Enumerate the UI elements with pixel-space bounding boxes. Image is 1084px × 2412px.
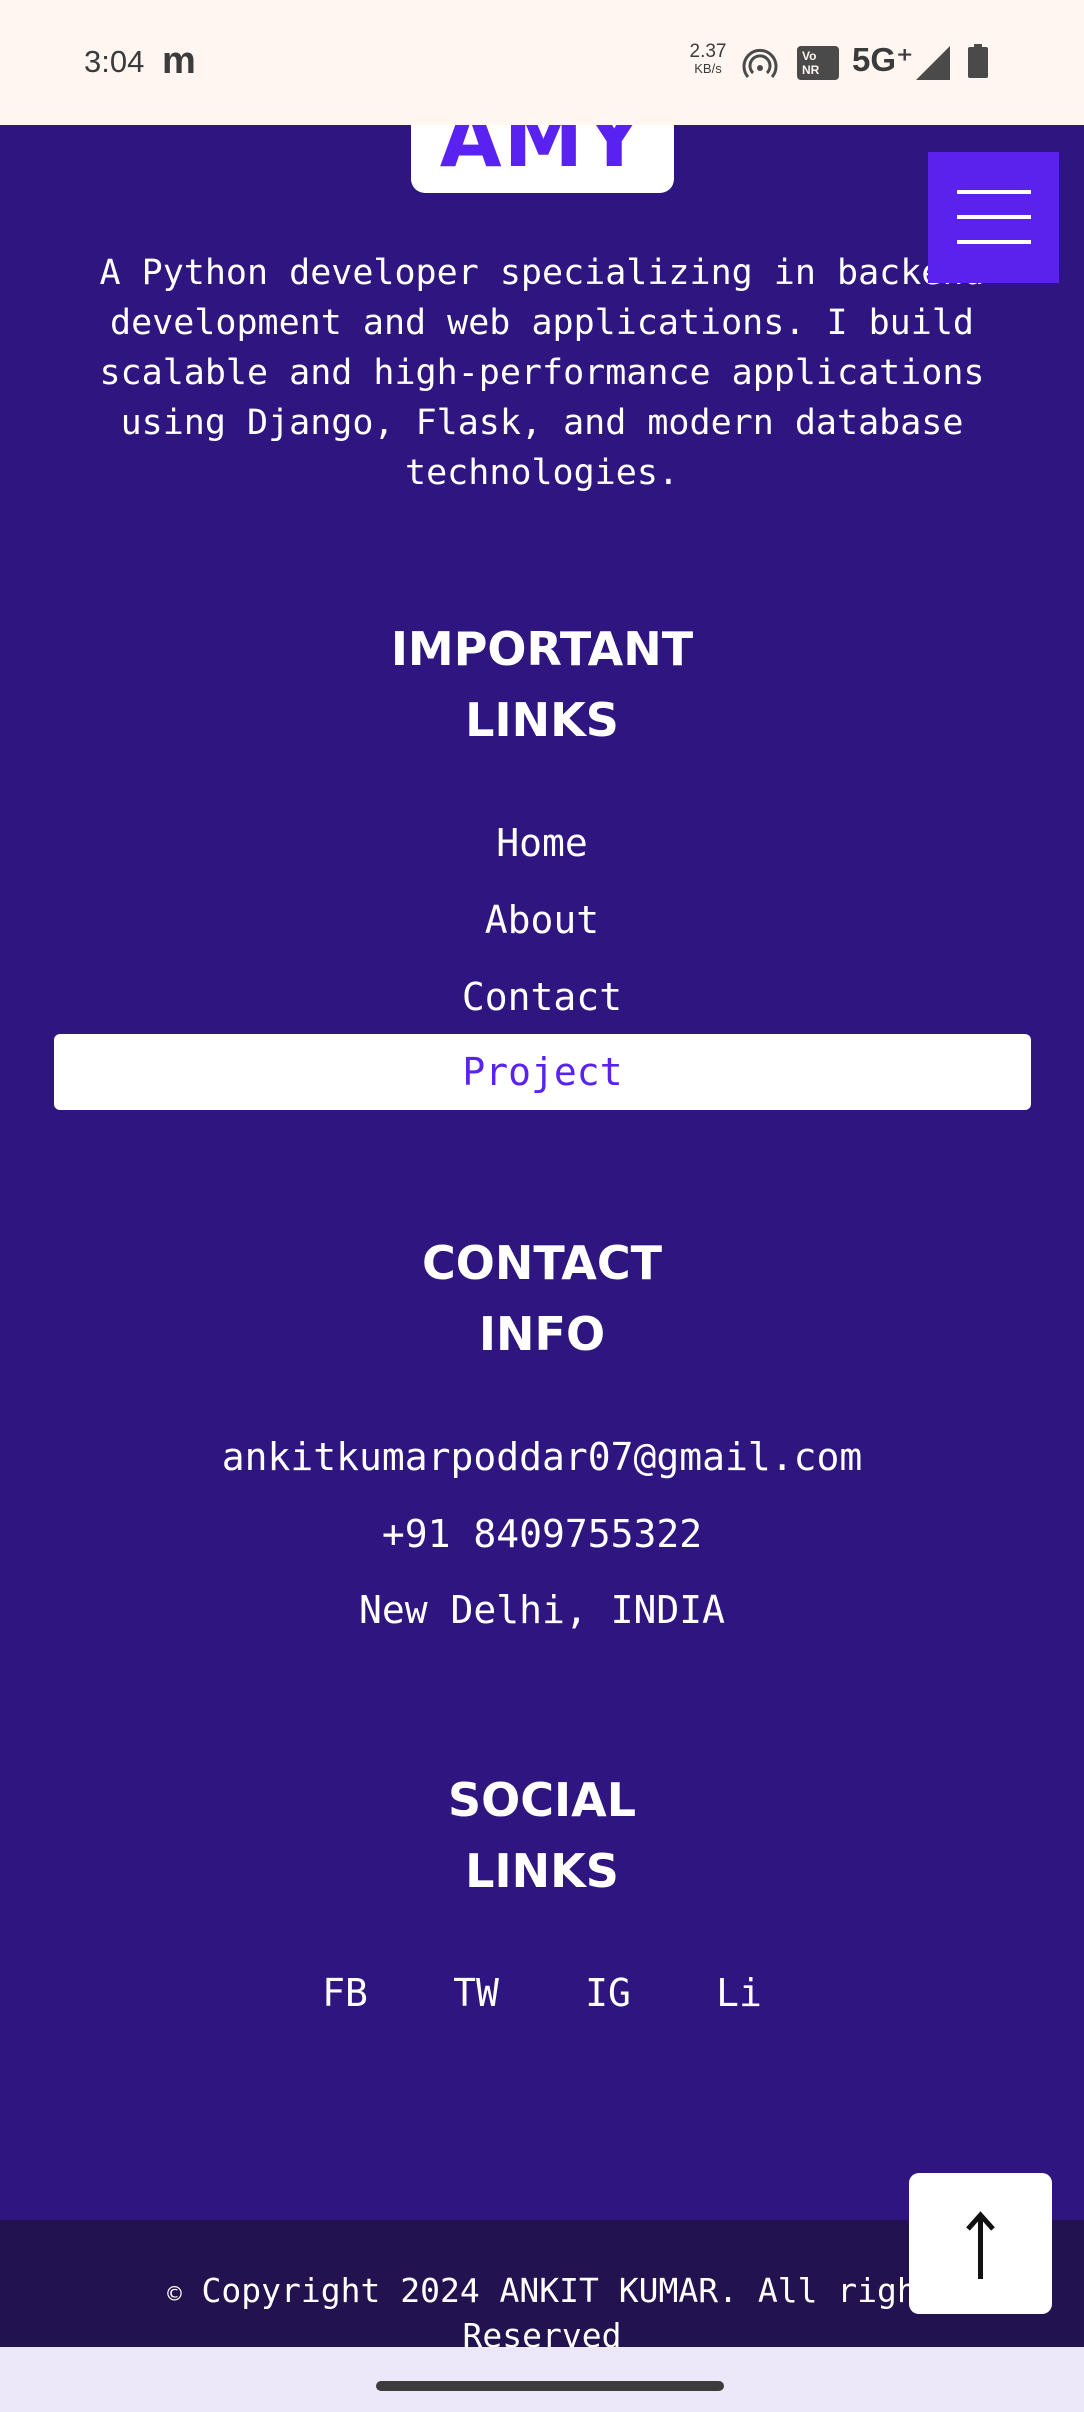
social-link-instagram[interactable]: IG (568, 1955, 648, 2031)
social-link-facebook[interactable]: FB (305, 1955, 385, 2031)
important-links-heading: IMPORTANT LINKS (390, 622, 694, 747)
copyright-symbol: © (167, 2280, 182, 2308)
vonr-icon: Vo NR (797, 46, 839, 80)
network-speed-value: 2.37 (689, 41, 727, 62)
contact-location: New Delhi, INDIA (358, 1588, 726, 1632)
footer-description: A Python developer specializing in backe… (99, 253, 985, 493)
network-speed: 2.37 KB/s (682, 42, 734, 77)
home-gesture-handle[interactable] (376, 2381, 724, 2391)
contact-email[interactable]: ankitkumarpoddar07@gmail.com (0, 1419, 1084, 1495)
app-notification-icon: m (162, 40, 196, 82)
network-type: 5G⁺ (852, 41, 914, 78)
system-navigation-bar (0, 2347, 1084, 2412)
contact-info-heading: CONTACT INFO (422, 1236, 662, 1361)
status-time: 3:04 (84, 44, 145, 79)
status-bar: 3:04 m 2.37 KB/s Vo NR 5G⁺ (0, 0, 1084, 125)
signal-icon (916, 46, 950, 80)
social-links-row: FB TW IG Li (0, 1955, 1084, 2031)
social-links-heading: SOCIAL LINKS (447, 1773, 637, 1898)
footer-link-about[interactable]: About (0, 882, 1084, 958)
footer-link-contact[interactable]: Contact (0, 959, 1084, 1035)
site-logo[interactable]: AMY (411, 125, 674, 193)
contact-phone[interactable]: +91 8409755322 (0, 1496, 1084, 1572)
logo-text: AMY (439, 125, 646, 185)
footer-link-project[interactable]: Project (54, 1034, 1031, 1110)
battery-icon (968, 44, 988, 78)
social-link-twitter[interactable]: TW (436, 1955, 516, 2031)
scroll-to-top-button[interactable] (909, 2173, 1052, 2314)
footer-link-home[interactable]: Home (0, 805, 1084, 881)
hamburger-menu-button[interactable] (928, 152, 1059, 283)
social-link-linkedin[interactable]: Li (699, 1955, 779, 2031)
copyright-line-1: Copyright 2024 ANKIT KUMAR. All righ (181, 2271, 917, 2310)
arrow-up-icon (966, 2211, 995, 2279)
hotspot-icon (742, 48, 778, 78)
network-speed-unit: KB/s (694, 61, 722, 76)
